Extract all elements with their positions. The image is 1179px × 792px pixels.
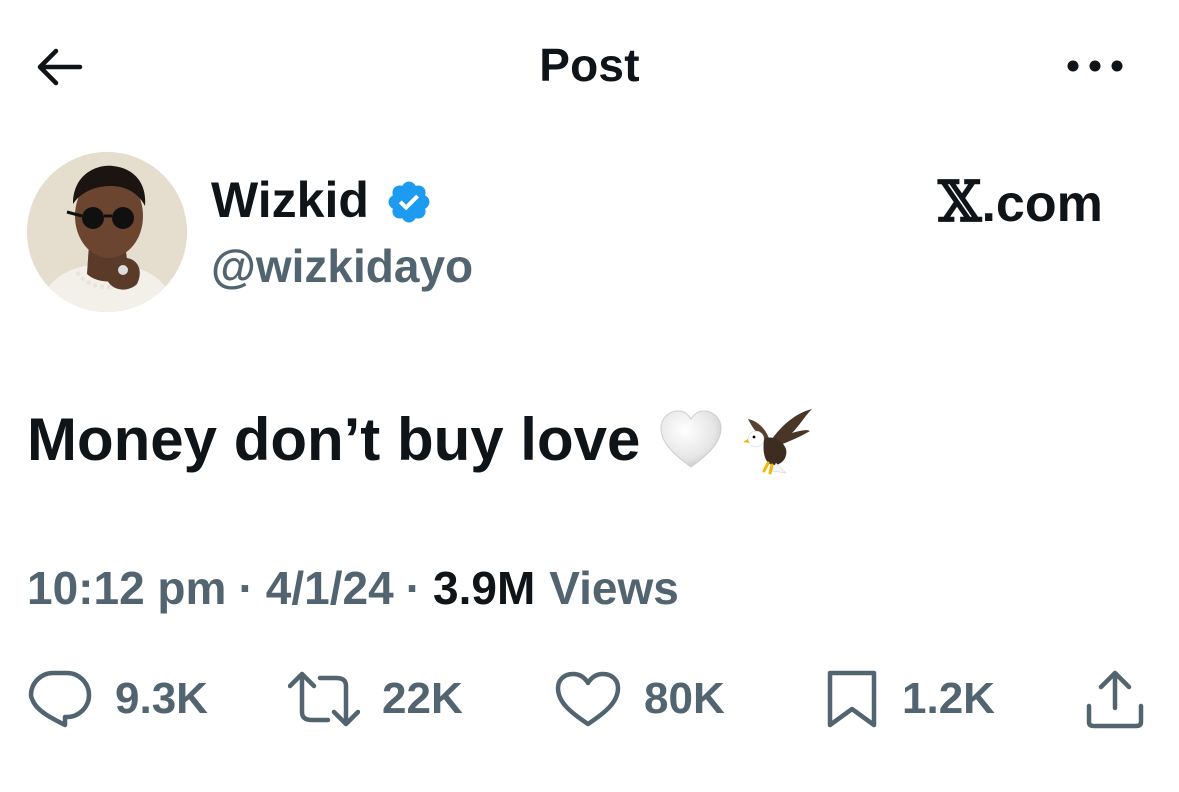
heart-icon xyxy=(555,671,621,727)
repost-icon xyxy=(288,671,360,727)
repost-count: 22K xyxy=(382,674,463,723)
x-com-watermark: 𝕏.com xyxy=(938,170,1103,236)
share-icon xyxy=(1086,670,1144,729)
repost-button[interactable]: 22K xyxy=(288,664,463,734)
views-count[interactable]: 3.9M xyxy=(433,558,535,618)
eagle-emoji-icon xyxy=(743,409,813,475)
bookmark-icon xyxy=(827,670,877,728)
page-title: Post xyxy=(539,39,640,91)
avatar[interactable] xyxy=(27,152,187,312)
more-horizontal-icon xyxy=(1067,60,1123,72)
post-text-body: Money don’t buy love xyxy=(27,406,641,473)
post-date[interactable]: 4/1/24 xyxy=(266,558,394,618)
verified-badge-icon xyxy=(388,181,430,223)
reply-icon xyxy=(28,670,92,728)
like-button[interactable]: 80K xyxy=(554,664,725,734)
like-count: 80K xyxy=(644,674,725,723)
post-screen: Post Wizkid @wizkidayo 𝕏.com Money don’t… xyxy=(0,0,1179,792)
more-options-button[interactable] xyxy=(1060,46,1130,86)
bookmark-button[interactable]: 1.2K xyxy=(824,664,995,734)
post-text: Money don’t buy love xyxy=(27,402,814,478)
post-time[interactable]: 10:12 pm xyxy=(27,558,226,618)
post-meta: 10:12 pm · 4/1/24 · 3.9M Views xyxy=(27,558,679,618)
reply-button[interactable]: 9.3K xyxy=(27,664,208,734)
share-button[interactable] xyxy=(1084,664,1146,734)
reply-count: 9.3K xyxy=(115,674,208,723)
views-label[interactable]: Views xyxy=(549,558,679,618)
action-bar: 9.3K 22K 80K 1.2K xyxy=(0,664,1179,734)
x-logo-icon: 𝕏 xyxy=(938,169,982,235)
avatar-photo xyxy=(27,152,187,312)
author-display-name[interactable]: Wizkid xyxy=(211,170,369,230)
meta-separator: · xyxy=(405,562,421,614)
bookmark-count: 1.2K xyxy=(902,674,995,723)
white-heart-emoji-icon xyxy=(660,410,722,468)
author-name-row: Wizkid xyxy=(211,170,433,230)
meta-separator: · xyxy=(238,562,254,614)
author-handle[interactable]: @wizkidayo xyxy=(211,236,473,296)
watermark-domain: .com xyxy=(981,175,1103,233)
